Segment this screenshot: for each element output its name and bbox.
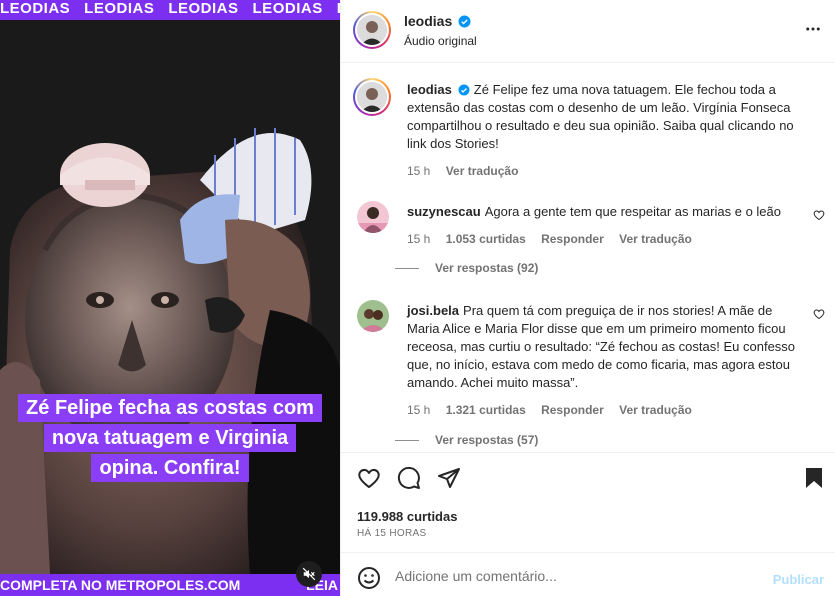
paper-plane-icon[interactable]: [437, 466, 461, 490]
profile-photo: [357, 201, 389, 233]
muted-speaker-icon: [302, 567, 316, 581]
comment-bubble-icon[interactable]: [397, 466, 421, 490]
profile-photo: [357, 15, 387, 45]
emoji-smile-icon[interactable]: [357, 566, 381, 590]
author-avatar[interactable]: [353, 11, 391, 49]
profile-photo: [357, 300, 389, 332]
translate-button[interactable]: Ver tradução: [619, 232, 692, 246]
audio-label[interactable]: Áudio original: [404, 34, 477, 48]
bookmark-icon[interactable]: [803, 466, 825, 490]
more-options-button[interactable]: [804, 20, 822, 43]
comment-time[interactable]: 15 h: [407, 403, 430, 417]
post-time-ago[interactable]: HÁ 15 HORAS: [357, 528, 426, 539]
divider-line: [395, 440, 419, 442]
comment-like-heart-icon[interactable]: [813, 209, 825, 221]
video-headline: Zé Felipe fecha as costas com nova tatua…: [0, 394, 340, 484]
comments-section[interactable]: leodias Zé Felipe fez uma nova tatuagem. …: [341, 64, 835, 452]
view-replies-label: Ver respostas (57): [435, 433, 539, 447]
view-replies-button[interactable]: Ver respostas (92): [395, 261, 538, 275]
commenter-avatar[interactable]: [357, 201, 389, 233]
media-top-banner: LEODIAS LEODIAS LEODIAS LEODIAS LEODIAS: [0, 0, 340, 20]
media-bottom-banner: COMPLETA NO METROPOLES.COM LEIA: [0, 574, 340, 596]
tattoo-scene-image: [0, 20, 340, 574]
post-header: leodias Áudio original: [341, 0, 835, 63]
comment-text: Pra quem tá com preguiça de ir nos stori…: [407, 303, 796, 390]
reply-button[interactable]: Responder: [541, 232, 604, 246]
view-replies-button[interactable]: Ver respostas (57): [395, 433, 538, 447]
commenter-avatar[interactable]: [357, 300, 389, 332]
author-username[interactable]: leodias: [404, 13, 452, 29]
post-media-video[interactable]: LEODIAS LEODIAS LEODIAS LEODIAS LEODIAS: [0, 0, 340, 596]
headline-line-1: Zé Felipe fecha as costas com: [18, 394, 322, 422]
caption-time[interactable]: 15 h: [407, 164, 430, 178]
heart-icon[interactable]: [357, 466, 381, 490]
translate-button[interactable]: Ver tradução: [619, 403, 692, 417]
comment-likes[interactable]: 1.053 curtidas: [446, 232, 526, 246]
view-replies-label: Ver respostas (92): [435, 261, 539, 275]
verified-badge-icon: [458, 84, 470, 96]
add-comment-bar: Publicar: [341, 552, 835, 596]
comment-like-heart-icon[interactable]: [813, 308, 825, 320]
caption-username[interactable]: leodias: [407, 82, 452, 97]
headline-line-2: nova tatuagem e Virginia: [43, 424, 297, 452]
caption-avatar[interactable]: [353, 78, 391, 116]
comment-time[interactable]: 15 h: [407, 232, 430, 246]
comment-text: Agora a gente tem que respeitar as maria…: [484, 204, 781, 219]
comment-input[interactable]: [395, 565, 755, 587]
media-bottom-banner-left: COMPLETA NO METROPOLES.COM: [0, 577, 241, 593]
publish-button[interactable]: Publicar: [773, 572, 824, 587]
post-actions-bar: 119.988 curtidas HÁ 15 HORAS: [341, 452, 835, 552]
mute-button[interactable]: [296, 561, 322, 587]
more-horizontal-icon: [806, 27, 820, 31]
verified-badge-icon: [458, 15, 471, 28]
likes-count[interactable]: 119.988 curtidas: [357, 509, 457, 524]
comment-username[interactable]: suzynescau: [407, 204, 481, 219]
media-top-banner-text: LEODIAS LEODIAS LEODIAS LEODIAS LEODIAS: [0, 0, 340, 17]
post-side-panel: leodias Áudio original leodias Zé Felipe…: [340, 0, 835, 596]
comment-likes[interactable]: 1.321 curtidas: [446, 403, 526, 417]
comment-username[interactable]: josi.bela: [407, 303, 459, 318]
reply-button[interactable]: Responder: [541, 403, 604, 417]
headline-line-3: opina. Confira!: [91, 454, 249, 482]
caption-translate-button[interactable]: Ver tradução: [446, 164, 519, 178]
divider-line: [395, 268, 419, 270]
profile-photo: [357, 82, 387, 112]
